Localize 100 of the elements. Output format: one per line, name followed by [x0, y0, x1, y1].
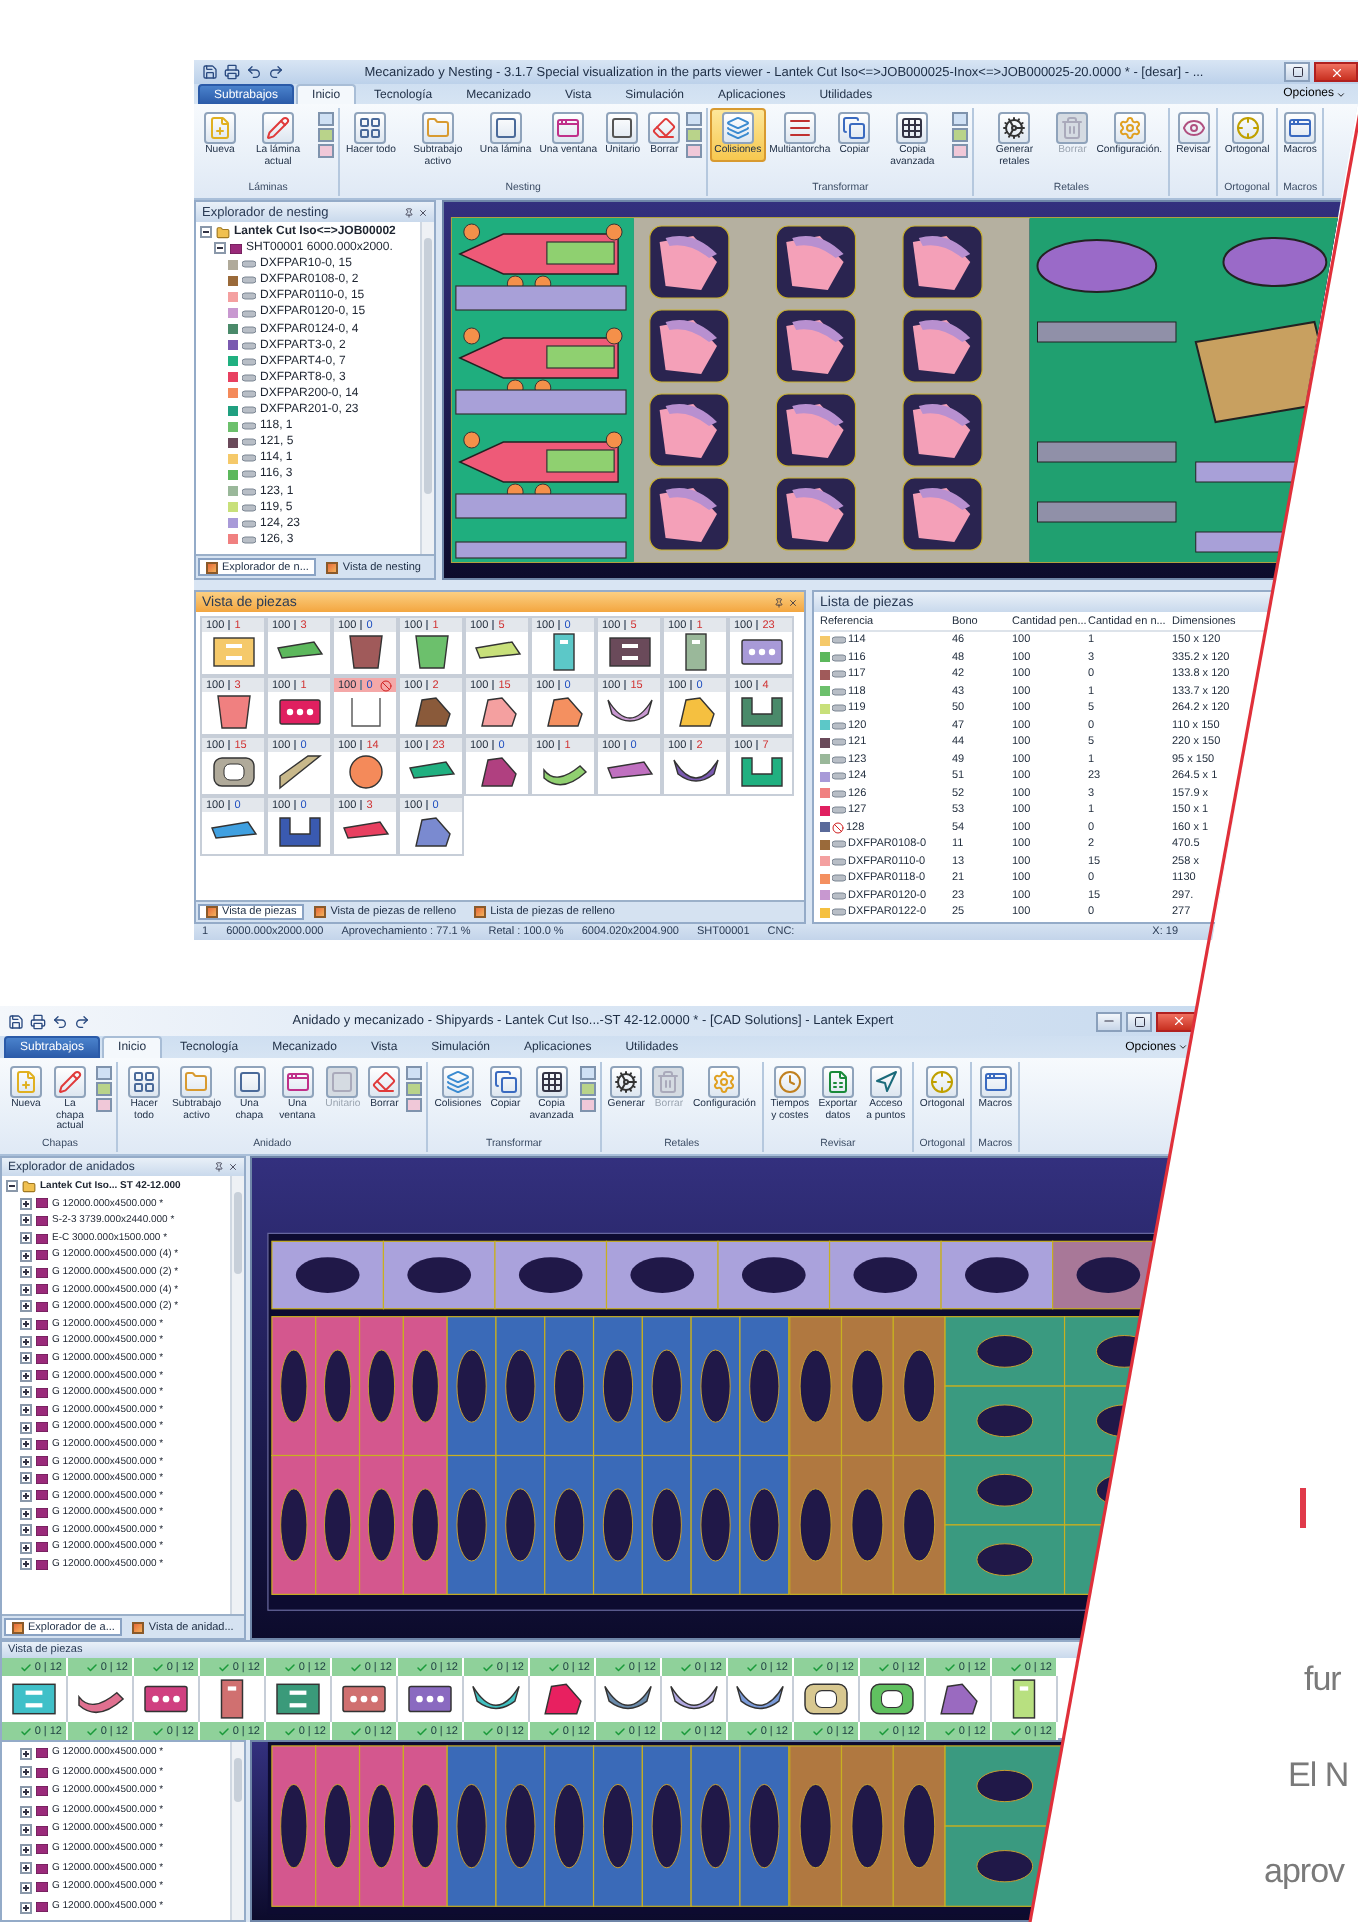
maximize-button[interactable]: [1284, 62, 1310, 82]
expand-icon[interactable]: [20, 1283, 32, 1296]
expand-icon[interactable]: [20, 1318, 32, 1331]
copy-icon: [489, 1066, 522, 1098]
check-icon: [152, 1661, 165, 1673]
close-button[interactable]: [1156, 1011, 1200, 1031]
pin-icon[interactable]: [214, 1162, 224, 1172]
check-icon: [20, 1661, 33, 1673]
grid-icon: [128, 1066, 160, 1098]
scrollbar[interactable]: [230, 1176, 244, 1614]
pin-icon[interactable]: [774, 597, 784, 607]
expand-icon[interactable]: [20, 1805, 32, 1818]
expand-icon[interactable]: [20, 1489, 32, 1502]
check-icon: [614, 1661, 627, 1673]
window-icon: [979, 1066, 1012, 1098]
tab-icon: [326, 561, 339, 573]
expand-icon[interactable]: [20, 1541, 32, 1554]
file-plus-icon: [10, 1066, 42, 1098]
expand-icon[interactable]: [20, 1232, 32, 1245]
expand-icon[interactable]: [20, 1747, 32, 1760]
collapse-icon[interactable]: [214, 242, 226, 255]
expand-icon[interactable]: [20, 1472, 32, 1485]
expand-icon[interactable]: [20, 1785, 32, 1798]
check-icon: [482, 1661, 495, 1673]
folder-icon: [421, 112, 454, 144]
page-text: El N: [1288, 1756, 1349, 1796]
scrollbar[interactable]: [420, 222, 434, 554]
expand-icon[interactable]: [20, 1843, 32, 1856]
undo-icon[interactable]: [244, 63, 262, 81]
expand-icon[interactable]: [20, 1386, 32, 1399]
redo-icon[interactable]: [266, 63, 284, 81]
square-icon: [326, 1066, 359, 1098]
expand-icon[interactable]: [20, 1197, 32, 1210]
expand-icon[interactable]: [20, 1214, 32, 1227]
spreadsheet-icon: [821, 1066, 854, 1098]
grid-icon: [535, 1066, 568, 1098]
collapse-icon[interactable]: [200, 226, 212, 239]
settings-icon: [708, 1066, 741, 1098]
settings-icon: [1113, 112, 1146, 144]
expand-icon[interactable]: [20, 1824, 32, 1837]
crosshair-icon: [1231, 112, 1264, 144]
clock-icon: [773, 1066, 806, 1098]
check-icon: [152, 1725, 165, 1737]
check-icon: [350, 1661, 363, 1673]
maximize-button[interactable]: [1126, 1011, 1152, 1031]
check-icon: [284, 1725, 297, 1737]
minimize-icon: [1102, 1014, 1116, 1028]
redo-icon[interactable]: [72, 1012, 90, 1030]
maximize-icon: [1133, 1015, 1145, 1027]
caret-icon: [1178, 1042, 1188, 1052]
expand-icon[interactable]: [20, 1507, 32, 1520]
expand-icon[interactable]: [20, 1369, 32, 1382]
expand-icon[interactable]: [20, 1881, 32, 1894]
scrollbar[interactable]: [230, 1742, 244, 1920]
tab-icon: [314, 906, 327, 918]
maximize-icon: [1291, 66, 1303, 78]
expand-icon[interactable]: [20, 1766, 32, 1779]
tab-icon: [132, 1621, 145, 1633]
check-icon: [1010, 1725, 1023, 1737]
check-icon: [680, 1725, 693, 1737]
accent-bar: [1300, 1488, 1306, 1528]
sheet-icon: [230, 243, 242, 254]
expand-icon[interactable]: [20, 1901, 32, 1914]
expand-icon[interactable]: [20, 1266, 32, 1279]
tab-icon: [206, 561, 218, 573]
crosshair-icon: [926, 1066, 959, 1098]
expand-icon[interactable]: [20, 1335, 32, 1348]
expand-icon[interactable]: [20, 1862, 32, 1875]
printer-icon[interactable]: [28, 1012, 46, 1030]
page-text: aprov: [1264, 1852, 1345, 1892]
expand-icon[interactable]: [20, 1352, 32, 1365]
expand-icon[interactable]: [20, 1421, 32, 1434]
expand-icon[interactable]: [20, 1455, 32, 1468]
check-icon: [482, 1725, 495, 1737]
check-icon: [416, 1725, 429, 1737]
save-icon[interactable]: [6, 1012, 24, 1030]
collapse-icon[interactable]: [6, 1180, 18, 1193]
expand-icon[interactable]: [20, 1404, 32, 1417]
copy-icon: [838, 112, 871, 144]
eraser-icon: [648, 112, 681, 144]
check-icon: [878, 1725, 891, 1737]
undo-icon[interactable]: [50, 1012, 68, 1030]
check-icon: [878, 1661, 891, 1673]
eraser-icon: [368, 1066, 401, 1098]
expand-icon[interactable]: [20, 1249, 32, 1262]
pin-icon[interactable]: [404, 207, 414, 217]
pencil-icon: [54, 1066, 86, 1098]
expand-icon[interactable]: [20, 1300, 32, 1313]
expand-icon[interactable]: [20, 1438, 32, 1451]
prohibited-icon: [380, 679, 392, 691]
layers-icon: [721, 112, 754, 144]
check-icon: [746, 1661, 759, 1673]
expand-icon[interactable]: [20, 1524, 32, 1537]
window-icon: [552, 112, 585, 144]
printer-icon[interactable]: [222, 63, 240, 81]
expand-icon[interactable]: [20, 1558, 32, 1571]
window-icon: [281, 1066, 314, 1098]
save-icon[interactable]: [200, 63, 218, 81]
trash-icon: [1056, 112, 1089, 144]
layers-icon: [441, 1066, 474, 1098]
